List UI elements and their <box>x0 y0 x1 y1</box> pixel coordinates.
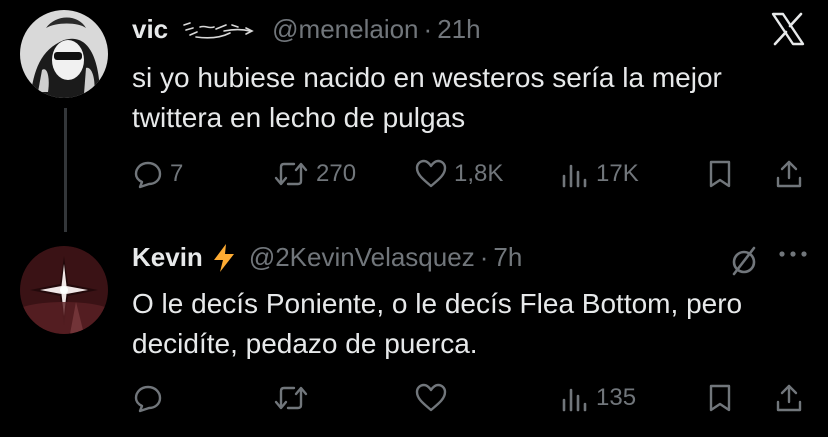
share-button[interactable] <box>774 378 804 418</box>
action-bar: 135 <box>132 378 812 418</box>
views-button[interactable]: 135 <box>560 378 636 418</box>
view-count: 17K <box>596 160 639 187</box>
retweet-icon <box>272 158 310 190</box>
tweet-text: si yo hubiese nacido en westeros sería l… <box>132 62 722 133</box>
tweet[interactable]: vic @menelaion · 21h si yo hubiese nacid… <box>0 0 828 222</box>
view-count: 135 <box>596 384 637 411</box>
share-icon <box>774 382 804 414</box>
lightning-bolt-icon <box>211 243 237 273</box>
tweet-header: vic @menelaion · 21h <box>132 14 481 45</box>
separator-dot: · <box>479 242 489 272</box>
avatar[interactable] <box>20 10 108 98</box>
share-button[interactable] <box>774 154 804 194</box>
bookmark-button[interactable] <box>706 378 734 418</box>
retweet-count: 270 <box>316 160 357 187</box>
retweet-icon <box>272 382 310 414</box>
views-chart-icon <box>560 158 590 190</box>
timestamp[interactable]: 21h <box>437 14 480 45</box>
bookmark-icon <box>706 382 734 414</box>
reply-icon <box>132 158 164 190</box>
reply-icon <box>132 382 164 414</box>
timestamp[interactable]: 7h <box>493 242 522 273</box>
reply-button[interactable] <box>132 378 170 418</box>
bookmark-icon <box>706 158 734 190</box>
avatar[interactable] <box>20 246 108 334</box>
tweet[interactable]: Kevin @2KevinVelasquez · 7h O le decís P… <box>0 222 828 437</box>
share-icon <box>774 158 804 190</box>
display-name[interactable]: vic <box>132 14 168 45</box>
tweet-text: O le decís Poniente, o le decís Flea Bot… <box>132 288 743 359</box>
mute-icon[interactable] <box>726 242 762 283</box>
views-chart-icon <box>560 382 590 414</box>
heart-icon <box>414 382 448 414</box>
like-count: 1,8K <box>454 160 504 187</box>
like-button[interactable] <box>414 378 454 418</box>
decorative-sprig-icon <box>180 19 260 41</box>
reply-count: 7 <box>170 160 184 187</box>
like-button[interactable]: 1,8K <box>414 154 503 194</box>
retweet-button[interactable]: 270 <box>272 154 356 194</box>
more-icon[interactable] <box>778 246 808 264</box>
retweet-button[interactable] <box>272 378 316 418</box>
bookmark-button[interactable] <box>706 154 734 194</box>
reply-button[interactable]: 7 <box>132 154 183 194</box>
handle[interactable]: @menelaion <box>272 14 418 45</box>
heart-icon <box>414 158 448 190</box>
handle[interactable]: @2KevinVelasquez <box>249 242 475 273</box>
tweet-header: Kevin @2KevinVelasquez · 7h <box>132 242 522 273</box>
x-logo-icon[interactable] <box>770 12 806 51</box>
separator-dot: · <box>423 14 433 44</box>
display-name[interactable]: Kevin <box>132 242 203 273</box>
action-bar: 7 270 1,8K 17K <box>132 154 812 194</box>
views-button[interactable]: 17K <box>560 154 639 194</box>
